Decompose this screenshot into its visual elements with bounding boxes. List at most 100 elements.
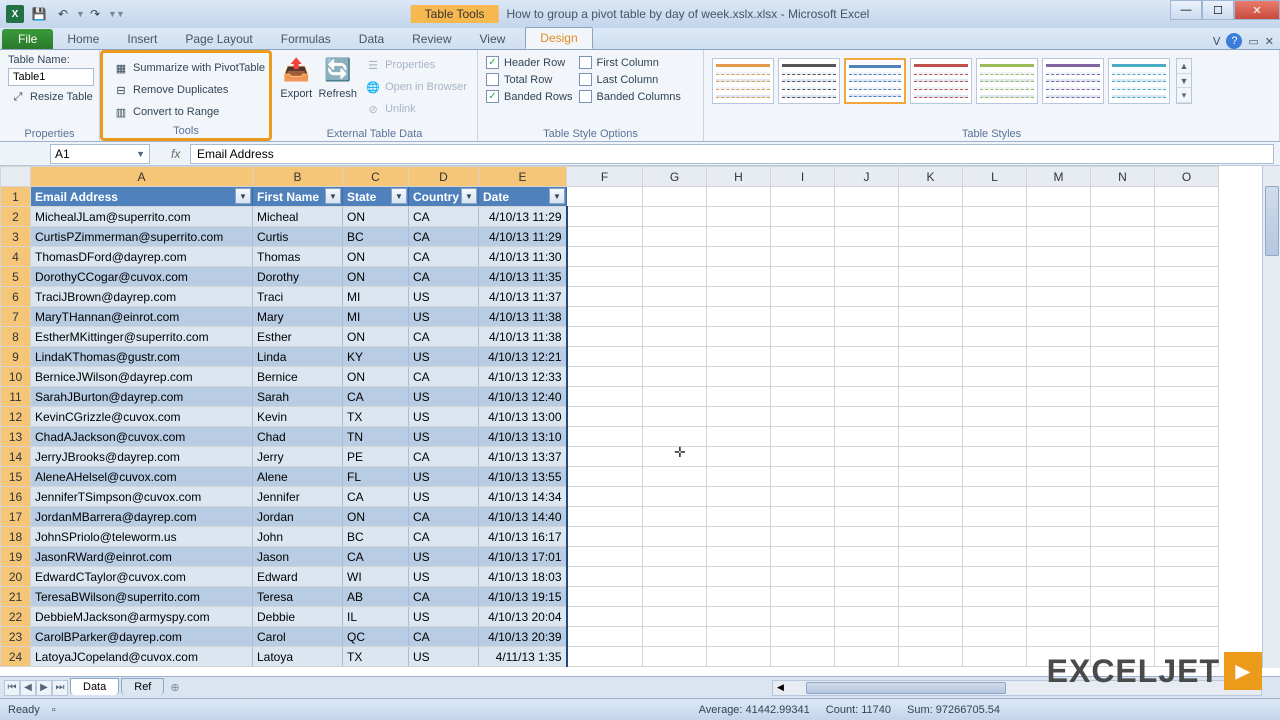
cell[interactable] — [771, 547, 835, 567]
cell[interactable]: ChadAJackson@cuvox.com — [31, 427, 253, 447]
cell[interactable] — [899, 387, 963, 407]
row-header[interactable]: 15 — [1, 467, 31, 487]
cell[interactable] — [899, 307, 963, 327]
cell[interactable] — [835, 187, 899, 207]
refresh-button[interactable]: 🔄Refresh — [319, 54, 358, 100]
cell[interactable]: MI — [343, 287, 409, 307]
cell[interactable]: Traci — [253, 287, 343, 307]
cell[interactable] — [643, 187, 707, 207]
cell[interactable] — [707, 627, 771, 647]
tab-insert[interactable]: Insert — [113, 29, 171, 49]
cell[interactable] — [771, 247, 835, 267]
cell[interactable]: 4/10/13 13:55 — [479, 467, 567, 487]
cell[interactable] — [567, 447, 643, 467]
cell[interactable] — [835, 427, 899, 447]
cell[interactable] — [567, 487, 643, 507]
cell[interactable] — [1027, 427, 1091, 447]
cell[interactable] — [707, 227, 771, 247]
cell[interactable]: ON — [343, 267, 409, 287]
cell[interactable]: US — [409, 287, 479, 307]
cell[interactable] — [1091, 267, 1155, 287]
cell[interactable] — [1155, 307, 1219, 327]
cell[interactable] — [835, 327, 899, 347]
cell[interactable] — [899, 347, 963, 367]
last-column-checkbox[interactable]: Last Column — [579, 73, 681, 86]
cell[interactable]: CA — [343, 547, 409, 567]
column-header[interactable]: L — [963, 167, 1027, 187]
tab-data[interactable]: Data — [345, 29, 398, 49]
cell[interactable]: LatoyaJCopeland@cuvox.com — [31, 647, 253, 667]
cell[interactable] — [899, 447, 963, 467]
cell[interactable] — [1027, 227, 1091, 247]
cell[interactable] — [1091, 547, 1155, 567]
cell[interactable] — [899, 207, 963, 227]
cell[interactable]: BC — [343, 527, 409, 547]
cell[interactable] — [1155, 587, 1219, 607]
cell[interactable]: AB — [343, 587, 409, 607]
cell[interactable]: JasonRWard@einrot.com — [31, 547, 253, 567]
row-header[interactable]: 22 — [1, 607, 31, 627]
cell[interactable] — [1091, 627, 1155, 647]
cell[interactable] — [1155, 527, 1219, 547]
cell[interactable] — [643, 307, 707, 327]
banded-rows-checkbox[interactable]: ✓Banded Rows — [486, 90, 573, 103]
cell[interactable] — [963, 287, 1027, 307]
cell[interactable]: QC — [343, 627, 409, 647]
cell[interactable]: CA — [409, 527, 479, 547]
cell[interactable]: ON — [343, 507, 409, 527]
cell[interactable]: 4/10/13 11:29 — [479, 227, 567, 247]
cell[interactable] — [707, 187, 771, 207]
cell[interactable] — [643, 227, 707, 247]
cell[interactable]: Sarah — [253, 387, 343, 407]
cell[interactable]: 4/10/13 13:37 — [479, 447, 567, 467]
cell[interactable] — [643, 467, 707, 487]
cell[interactable] — [1155, 387, 1219, 407]
cell[interactable]: EstherMKittinger@superrito.com — [31, 327, 253, 347]
table-column-header[interactable]: State▼ — [343, 187, 409, 207]
cell[interactable]: KY — [343, 347, 409, 367]
dropdown-icon[interactable]: ▼ — [136, 149, 145, 159]
cell[interactable] — [835, 487, 899, 507]
cell[interactable] — [899, 487, 963, 507]
cell[interactable]: CA — [343, 487, 409, 507]
cell[interactable] — [1091, 347, 1155, 367]
table-column-header[interactable]: Country▼ — [409, 187, 479, 207]
fx-icon[interactable]: fx — [171, 147, 180, 161]
cell[interactable]: PE — [343, 447, 409, 467]
cell[interactable]: 4/10/13 11:29 — [479, 207, 567, 227]
cell[interactable] — [1027, 447, 1091, 467]
cell[interactable] — [643, 527, 707, 547]
new-sheet-icon[interactable]: ⊕ — [170, 681, 179, 694]
banded-columns-checkbox[interactable]: Banded Columns — [579, 90, 681, 103]
row-header[interactable]: 24 — [1, 647, 31, 667]
cell[interactable] — [1091, 207, 1155, 227]
cell[interactable] — [835, 347, 899, 367]
sheet-tab-data[interactable]: Data — [70, 678, 119, 695]
cell[interactable] — [707, 487, 771, 507]
cell[interactable] — [1091, 527, 1155, 547]
prev-sheet-icon[interactable]: ◀ — [20, 680, 36, 696]
cell[interactable] — [707, 647, 771, 667]
cell[interactable]: CA — [409, 327, 479, 347]
cell[interactable]: ON — [343, 367, 409, 387]
column-header[interactable]: D — [409, 167, 479, 187]
cell[interactable] — [835, 627, 899, 647]
cell[interactable] — [707, 347, 771, 367]
cell[interactable] — [707, 567, 771, 587]
cell[interactable]: Micheal — [253, 207, 343, 227]
cell[interactable] — [707, 267, 771, 287]
cell[interactable] — [1027, 527, 1091, 547]
cell[interactable] — [643, 267, 707, 287]
cell[interactable] — [707, 507, 771, 527]
cell[interactable]: TX — [343, 647, 409, 667]
row-header[interactable]: 20 — [1, 567, 31, 587]
cell[interactable]: 4/10/13 11:37 — [479, 287, 567, 307]
cell[interactable] — [963, 327, 1027, 347]
cell[interactable]: ON — [343, 207, 409, 227]
table-style-swatch[interactable] — [1108, 58, 1170, 104]
cell[interactable]: Kevin — [253, 407, 343, 427]
cell[interactable] — [1155, 547, 1219, 567]
row-header[interactable]: 23 — [1, 627, 31, 647]
cell[interactable]: TeresaBWilson@superrito.com — [31, 587, 253, 607]
tab-page-layout[interactable]: Page Layout — [171, 29, 266, 49]
